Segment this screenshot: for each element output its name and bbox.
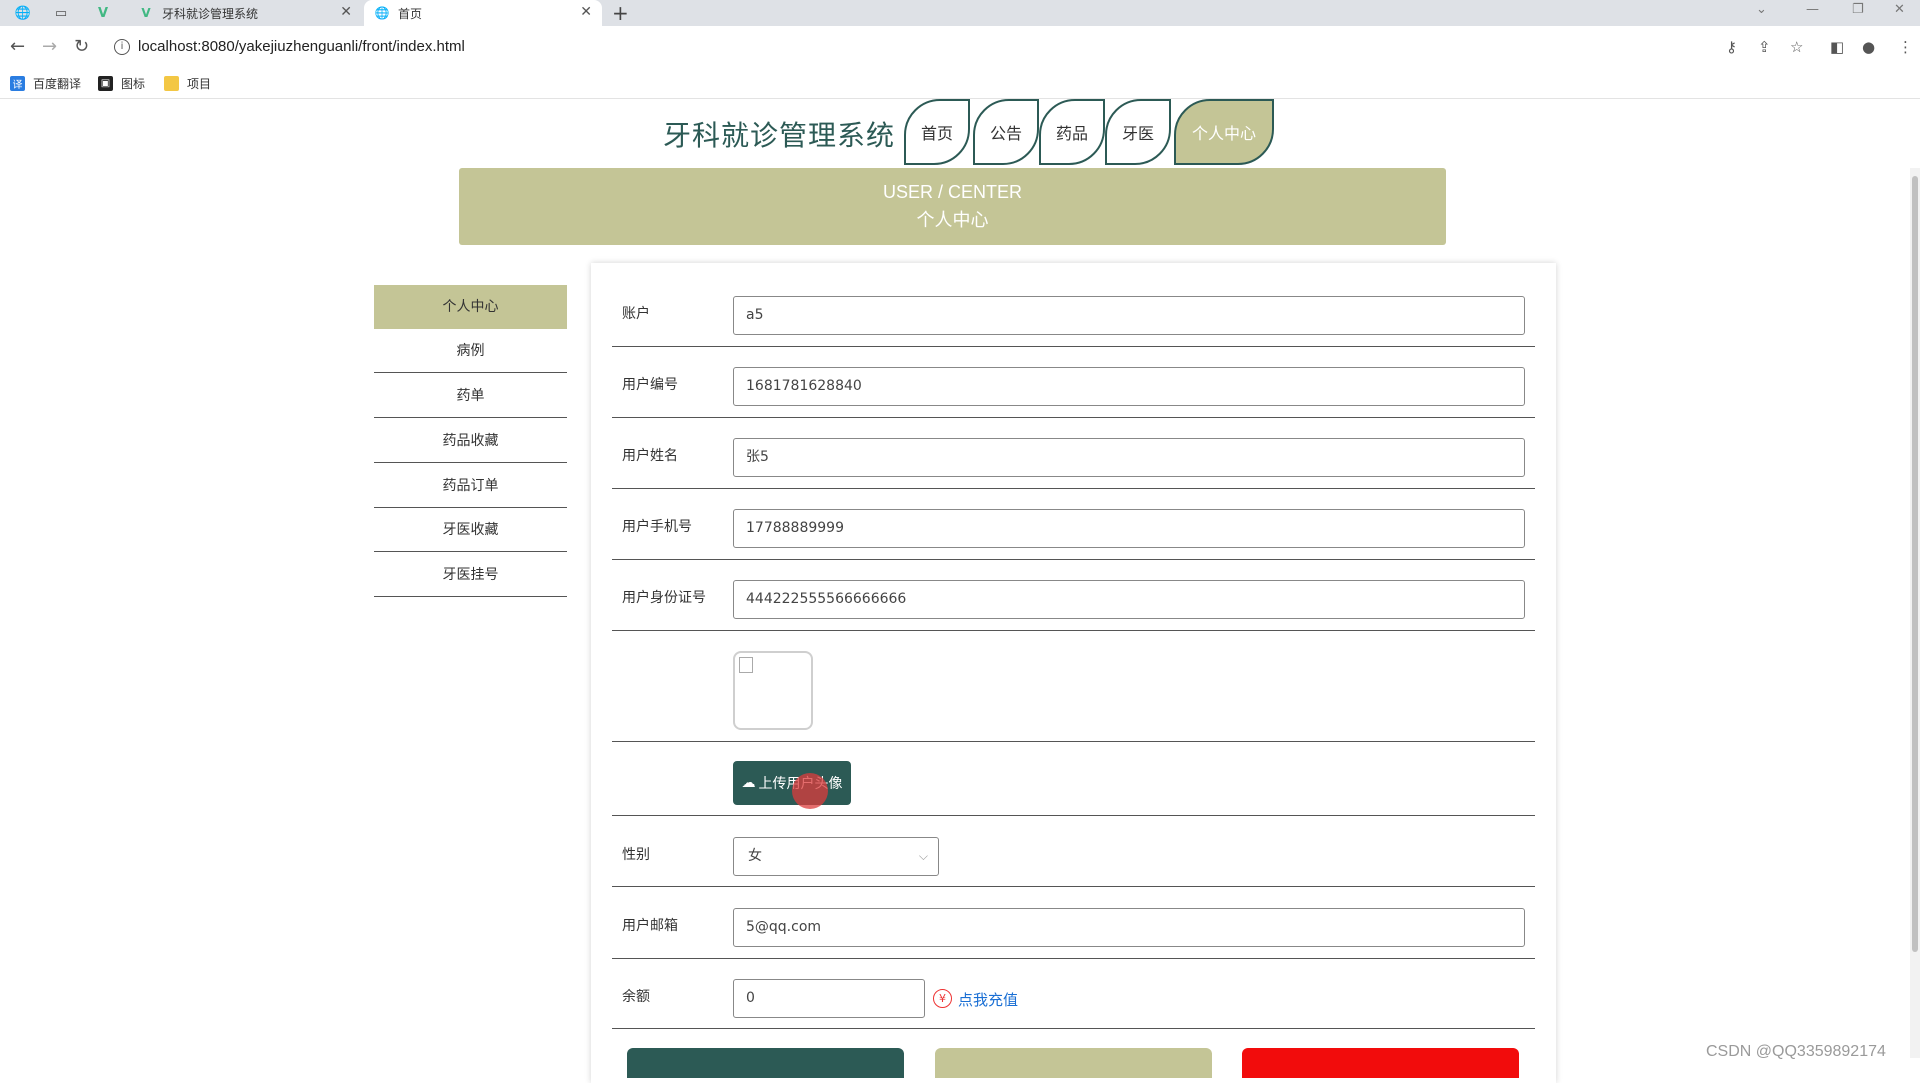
folder-icon [164,76,179,91]
site-title: 牙科就诊管理系统 [663,119,896,152]
bookmarks-bar: 译 百度翻译 ▣ 图标 项目 [0,70,1920,99]
gender-label: 性别 [622,847,650,863]
nav-home[interactable]: 首页 [904,99,970,165]
new-tab-plus-icon[interactable]: + [612,1,629,25]
sidebar-item-user-center[interactable]: 个人中心 [374,285,567,329]
back-arrow-icon[interactable]: ← [10,36,25,57]
user-name-label: 用户姓名 [622,448,678,464]
balance-input[interactable]: 0 [733,979,925,1018]
nav-dentist[interactable]: 牙医 [1105,99,1171,165]
avatar-image [733,651,813,730]
site-info-icon[interactable]: i [114,39,130,55]
chevron-down-icon[interactable]: ⌄ [1756,2,1767,17]
vue-logo-icon: V [141,6,151,20]
cloud-upload-icon: ☁ [741,775,756,791]
row-divider [612,1028,1535,1029]
recharge-link[interactable]: 点我充值 [958,989,1018,1010]
bookmark-icons[interactable]: ▣ 图标 [98,75,145,92]
gender-select[interactable]: 女 ⌵ [733,837,939,876]
yen-icon[interactable]: ¥ [933,989,952,1008]
account-input[interactable]: a5 [733,296,1525,335]
sidebar-item-medicine-orders[interactable]: 药品订单 [374,464,567,508]
row-divider [612,630,1535,631]
key-icon[interactable]: ⚷ [1726,38,1737,56]
change-password-button[interactable] [935,1048,1212,1078]
forward-arrow-icon[interactable]: → [42,36,57,57]
sidebar-item-medicine-favorites[interactable]: 药品收藏 [374,419,567,463]
translate-icon: 译 [10,76,25,91]
id-card-label: 用户身份证号 [622,590,706,606]
globe-icon: 🌐 [374,6,390,20]
address-bar: ← → ↻ i localhost:8080/yakejiuzhenguanli… [0,26,1920,70]
sidebar-item-dentist-favorites[interactable]: 牙医收藏 [374,508,567,552]
row-divider [612,958,1535,959]
click-cursor-indicator [792,773,828,809]
user-number-label: 用户编号 [622,377,678,393]
bookmark-label: 图标 [121,77,146,91]
user-phone-input[interactable]: 17788889999 [733,509,1525,548]
image-icon: ▣ [98,76,113,91]
tab-title: 首页 [398,6,423,21]
page-banner: USER / CENTER 个人中心 [459,168,1446,245]
upload-avatar-button[interactable]: ☁ 上传用户头像 [733,761,851,805]
nav-notice[interactable]: 公告 [973,99,1039,165]
tab-home[interactable]: 🌐 首页 ✕ [364,0,602,26]
account-label: 账户 [622,306,650,322]
reload-icon[interactable]: ↻ [74,36,89,57]
user-number-input[interactable]: 1681781628840 [733,367,1525,406]
user-phone-label: 用户手机号 [622,519,692,535]
sidebar-item-dentist-registration[interactable]: 牙医挂号 [374,553,567,597]
minimize-icon[interactable]: — [1806,2,1819,17]
profile-icon[interactable]: ● [1862,38,1875,56]
row-divider [612,741,1535,742]
row-divider [612,417,1535,418]
side-panel-icon[interactable]: ◧ [1830,38,1844,56]
balance-label: 余额 [622,989,650,1005]
browser-tab-bar: 🌐 ▭ V V 牙科就诊管理系统 ✕ 🌐 首页 ✕ + ⌄ — ❐ ✕ [0,0,1920,26]
restore-icon[interactable]: ❐ [1852,2,1864,17]
tab-title: 牙科就诊管理系统 [162,6,259,21]
page-scrollbar-thumb[interactable] [1912,176,1918,952]
row-divider [612,815,1535,816]
star-icon[interactable]: ☆ [1790,38,1803,56]
bookmark-baidu-translate[interactable]: 译 百度翻译 [10,75,81,92]
email-input[interactable]: 5@qq.com [733,908,1525,947]
menu-kebab-icon[interactable]: ⋮ [1898,38,1913,56]
window-close-icon[interactable]: ✕ [1894,2,1905,17]
close-icon[interactable]: ✕ [340,4,352,20]
blank-tab-icon[interactable]: ▭ [50,3,72,23]
bookmark-label: 项目 [187,77,212,91]
watermark-text: CSDN @QQ3359892174 [1706,1043,1886,1060]
logout-button[interactable] [1242,1048,1519,1078]
banner-title-en: USER / CENTER [882,182,1023,202]
vue-logo-icon[interactable]: V [92,3,114,23]
nav-user-center[interactable]: 个人中心 [1174,99,1274,165]
id-card-input[interactable]: 444222555566666666 [733,580,1525,619]
nav-medicine[interactable]: 药品 [1039,99,1105,165]
close-icon[interactable]: ✕ [580,4,592,20]
row-divider [612,346,1535,347]
tab-admin[interactable]: V 牙科就诊管理系统 ✕ [128,0,362,26]
chevron-down-icon: ⌵ [918,849,928,863]
sidebar-item-prescriptions[interactable]: 药单 [374,374,567,418]
update-info-button[interactable] [627,1048,904,1078]
bookmark-folder-project[interactable]: 项目 [164,75,211,92]
globe-icon[interactable]: 🌐 [12,3,34,23]
share-icon[interactable]: ⇪ [1758,38,1771,56]
row-divider [612,559,1535,560]
user-name-input[interactable]: 张5 [733,438,1525,477]
bookmark-label: 百度翻译 [33,77,82,91]
banner-title-cn: 个人中心 [916,210,989,231]
email-label: 用户邮箱 [622,918,678,934]
broken-image-icon [739,657,753,673]
row-divider [612,488,1535,489]
sidebar-item-cases[interactable]: 病例 [374,329,567,373]
row-divider [612,886,1535,887]
gender-selected-value: 女 [748,848,762,864]
url-input[interactable]: localhost:8080/yakejiuzhenguanli/front/i… [138,38,465,55]
